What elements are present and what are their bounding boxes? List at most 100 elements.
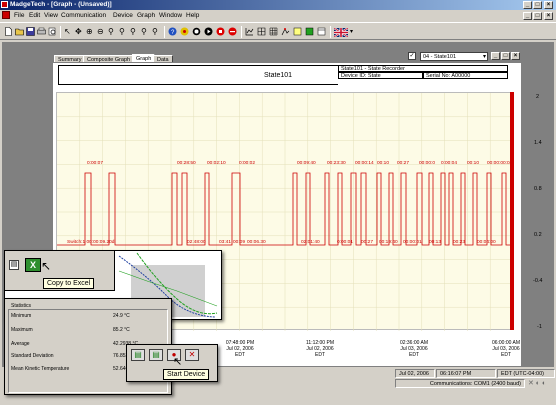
print-icon[interactable] (37, 27, 46, 36)
cursor-icon: ↖ (41, 259, 52, 273)
zoom-y-icon[interactable]: ⚲ (141, 27, 150, 36)
status-time: 06:16:07 PM (436, 369, 496, 378)
start-device-callout: ▤ ▤ ● ✕ ↖ Start Device (126, 344, 218, 382)
threshold-bar (510, 92, 514, 330)
annotation-label: 00:02:10 (207, 160, 226, 166)
stat-value: 85.2 °C (113, 327, 130, 333)
x-tick: 06:00:00 AM Jul 03, 2006 EDT (491, 340, 521, 358)
zoom-in-icon[interactable]: ⊕ (86, 27, 95, 36)
table-icon[interactable]: ▤ (9, 260, 19, 270)
annotation-label: 03:41 (219, 239, 231, 245)
save-icon[interactable] (26, 27, 35, 36)
menu-view[interactable]: View (44, 12, 58, 19)
device-id: Device ID: State (338, 72, 423, 79)
annotation-label: 02:48:00 (187, 239, 206, 245)
annotation-label: 00:10 (377, 160, 389, 166)
bg-icon[interactable] (305, 27, 314, 36)
y-tick: 2 (536, 94, 540, 100)
start-device-tooltip: Start Device (163, 369, 210, 380)
excel-icon[interactable]: X (25, 258, 41, 272)
title-bar: MadgeTech - [Graph - (Unsaved)] _ □ × (0, 0, 556, 10)
series-select[interactable]: 04 - State101 ▾ (420, 52, 488, 61)
annotation-label: 00:27 (397, 160, 409, 166)
y-tick: 1.4 (534, 140, 542, 146)
stop-icon[interactable] (216, 27, 225, 36)
annotation-label: 00:04:00 (477, 239, 496, 245)
y-tick: -1 (537, 324, 542, 330)
device-icon[interactable]: ▤ (131, 349, 145, 361)
no-icon[interactable] (228, 27, 237, 36)
graph-title-box: State101 (58, 65, 338, 85)
zoom-x-icon[interactable]: ⚲ (130, 27, 139, 36)
play-icon[interactable] (204, 27, 213, 36)
doc-minimize-button[interactable]: _ (523, 12, 532, 20)
close-button[interactable]: × (544, 1, 553, 9)
minimize-button[interactable]: _ (523, 1, 532, 9)
stats-icon[interactable] (293, 27, 302, 36)
annotation-label: 00:09 (233, 239, 245, 245)
y-tick: 0.8 (534, 186, 542, 192)
menu-device[interactable]: Device (113, 12, 133, 19)
zoom-out-icon[interactable]: ⊖ (97, 27, 106, 36)
marker-icon[interactable] (281, 27, 290, 36)
annotation-label: 00:19:40 (379, 239, 398, 245)
graph-table-icon[interactable] (245, 27, 254, 36)
device-info: State101 - State Recorder (338, 65, 508, 72)
help-icon[interactable]: ? (168, 27, 177, 36)
pointer-icon[interactable]: ↖ (64, 27, 73, 36)
zoom-box-icon[interactable]: ⚲ (108, 27, 117, 36)
doc-close-button[interactable]: × (544, 12, 553, 20)
menu-window[interactable]: Window (159, 12, 182, 19)
stop-device-icon[interactable]: ✕ (185, 349, 199, 361)
maximize-button[interactable]: □ (533, 1, 542, 9)
stat-label: Average (11, 341, 30, 347)
zoom-extent-icon[interactable]: ⚲ (152, 27, 161, 36)
grid2-icon[interactable] (269, 27, 278, 36)
menu-file[interactable]: File (14, 12, 24, 19)
menu-communication[interactable]: Communication (61, 12, 106, 19)
graph-minimize-button[interactable]: _ (491, 52, 500, 60)
annotation-label: 0:00:01 (337, 239, 353, 245)
serial-number: Serial No: A00000 (423, 72, 508, 79)
stat-value: 24.9 °C (113, 313, 130, 319)
annotation-label: 0:00:02 (239, 160, 255, 166)
annotation-label: 00:06.30 (247, 239, 266, 245)
pan-icon[interactable]: ✥ (75, 27, 84, 36)
x-tick: 07:48:00 PM Jul 02, 2006 EDT (225, 340, 255, 358)
annotation-label: 00:28:50 (177, 160, 196, 166)
flag-dropdown-icon[interactable]: ▾ (350, 28, 353, 35)
document-icon[interactable] (2, 11, 10, 19)
print-preview-icon[interactable] (48, 27, 57, 36)
annotation-label: 00:27 (361, 239, 373, 245)
menu-edit[interactable]: Edit (29, 12, 40, 19)
stat-label: Maximum (11, 327, 33, 333)
doc-restore-button[interactable]: □ (533, 12, 542, 20)
add-icon[interactable] (180, 27, 189, 36)
menu-bar: File Edit View Communication Device Grap… (0, 10, 556, 21)
annotation-label: 00:00:01 (403, 239, 422, 245)
menu-help[interactable]: Help (186, 12, 199, 19)
flag-icon[interactable] (334, 28, 348, 37)
zoom-fit-icon[interactable]: ⚲ (119, 27, 128, 36)
annotation-label: 00:23 (453, 239, 465, 245)
y-tick: -0.4 (533, 278, 543, 284)
graph-restore-button[interactable]: □ (501, 52, 510, 60)
annotation-label: 00:13 (429, 239, 441, 245)
window-title: MadgeTech - [Graph - (Unsaved)] (10, 1, 112, 8)
status-zone: EDT (UTC-04:00) (497, 369, 555, 378)
series-checkbox[interactable]: ✓ (408, 52, 416, 60)
new-icon[interactable] (4, 27, 13, 36)
copy-to-excel-tooltip: Copy to Excel (43, 278, 95, 289)
y-tick: 0.2 (534, 232, 542, 238)
status-comm: Communications: COM1 (2400 baud) (395, 379, 525, 388)
graph-close-button[interactable]: × (511, 52, 520, 60)
table-icon[interactable] (317, 27, 326, 36)
menu-graph[interactable]: Graph (137, 12, 155, 19)
grid-icon[interactable] (257, 27, 266, 36)
record-icon[interactable] (192, 27, 201, 36)
x-tick: 11:12:00 PM Jul 02, 2006 EDT (306, 340, 334, 358)
annotation-label: 00:23:30 (327, 160, 346, 166)
annotation-label: 0:00:04 (441, 160, 457, 166)
open-icon[interactable] (15, 27, 24, 36)
read-device-icon[interactable]: ▤ (149, 349, 163, 361)
